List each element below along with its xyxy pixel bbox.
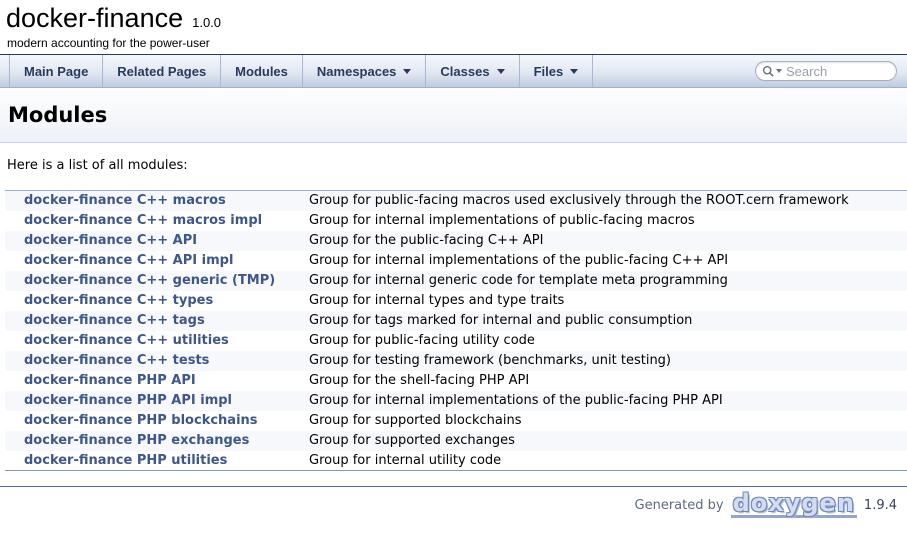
- tab-files[interactable]: Files: [520, 55, 594, 87]
- page-header: Modules: [0, 88, 907, 143]
- table-row: docker-finance C++ utilities Group for p…: [5, 331, 907, 351]
- modules-intro: Here is a list of all modules:: [0, 143, 907, 173]
- module-description: Group for testing framework (benchmarks,…: [302, 351, 907, 371]
- module-description: Group for internal utility code: [302, 451, 907, 471]
- module-link[interactable]: docker-finance C++ utilities: [24, 333, 229, 348]
- table-row: docker-finance PHP API Group for the she…: [5, 371, 907, 391]
- table-row: docker-finance PHP utilities Group for i…: [5, 451, 907, 471]
- main-nav: Main Page Related Pages Modules Namespac…: [0, 54, 907, 88]
- table-row: docker-finance C++ tags Group for tags m…: [5, 311, 907, 331]
- table-row: docker-finance C++ types Group for inter…: [5, 291, 907, 311]
- table-row: docker-finance C++ API impl Group for in…: [5, 251, 907, 271]
- module-link[interactable]: docker-finance PHP utilities: [24, 453, 227, 468]
- tab-label: Main Page: [24, 64, 88, 79]
- table-row: docker-finance C++ API Group for the pub…: [5, 231, 907, 251]
- search-input[interactable]: [786, 64, 886, 79]
- table-row: docker-finance PHP exchanges Group for s…: [5, 431, 907, 451]
- modules-table: docker-finance C++ macros Group for publ…: [5, 190, 907, 471]
- nav-tablist: Main Page Related Pages Modules Namespac…: [0, 55, 593, 87]
- search-area: [755, 55, 907, 87]
- tab-label: Related Pages: [117, 64, 206, 79]
- tab-label: Files: [534, 64, 564, 79]
- module-link[interactable]: docker-finance C++ types: [24, 293, 213, 308]
- module-description: Group for the public-facing C++ API: [302, 231, 907, 251]
- module-description: Group for internal implementations of pu…: [302, 211, 907, 231]
- module-description: Group for internal types and type traits: [302, 291, 907, 311]
- doxygen-logo[interactable]: doxygen: [731, 493, 857, 518]
- search-box[interactable]: [755, 61, 897, 81]
- module-description: Group for internal implementations of th…: [302, 391, 907, 411]
- module-link[interactable]: docker-finance C++ API impl: [24, 253, 233, 268]
- page-title: Modules: [0, 103, 107, 127]
- table-row: docker-finance C++ generic (TMP) Group f…: [5, 271, 907, 291]
- title-area: docker-finance 1.0.0 modern accounting f…: [0, 0, 907, 54]
- table-row: docker-finance C++ macros impl Group for…: [5, 211, 907, 231]
- module-link[interactable]: docker-finance PHP exchanges: [24, 433, 249, 448]
- tab-label: Classes: [440, 64, 489, 79]
- module-description: Group for internal implementations of th…: [302, 251, 907, 271]
- module-description: Group for internal generic code for temp…: [302, 271, 907, 291]
- tab-related-pages[interactable]: Related Pages: [103, 55, 221, 87]
- table-row: docker-finance C++ macros Group for publ…: [5, 191, 907, 211]
- footer: Generated by doxygen 1.9.4: [0, 487, 907, 518]
- project-version: 1.0.0: [192, 15, 221, 30]
- tab-namespaces[interactable]: Namespaces: [303, 55, 427, 87]
- module-link[interactable]: docker-finance C++ macros: [24, 193, 226, 208]
- tab-label: Namespaces: [317, 64, 397, 79]
- module-link[interactable]: docker-finance PHP blockchains: [24, 413, 258, 428]
- generated-by-label: Generated by: [635, 498, 724, 513]
- module-link[interactable]: docker-finance C++ API: [24, 233, 197, 248]
- contents: Here is a list of all modules: docker-fi…: [0, 143, 907, 471]
- table-row: docker-finance PHP blockchains Group for…: [5, 411, 907, 431]
- module-description: Group for tags marked for internal and p…: [302, 311, 907, 331]
- module-link[interactable]: docker-finance C++ tests: [24, 353, 209, 368]
- table-row: docker-finance C++ tests Group for testi…: [5, 351, 907, 371]
- module-link[interactable]: docker-finance C++ tags: [24, 313, 205, 328]
- project-brief: modern accounting for the power-user: [6, 34, 907, 54]
- chevron-down-icon: [403, 69, 411, 74]
- module-description: Group for supported exchanges: [302, 431, 907, 451]
- search-filter-chevron-icon: [776, 69, 782, 73]
- tab-classes[interactable]: Classes: [426, 55, 519, 87]
- module-link[interactable]: docker-finance PHP API impl: [24, 393, 232, 408]
- tab-label: Modules: [235, 64, 288, 79]
- module-description: Group for supported blockchains: [302, 411, 907, 431]
- module-description: Group for the shell-facing PHP API: [302, 371, 907, 391]
- project-name: docker-finance: [6, 3, 183, 34]
- module-description: Group for public-facing utility code: [302, 331, 907, 351]
- chevron-down-icon: [570, 69, 578, 74]
- module-description: Group for public-facing macros used excl…: [302, 191, 907, 211]
- tab-main-page[interactable]: Main Page: [9, 55, 103, 87]
- module-link[interactable]: docker-finance PHP API: [24, 373, 196, 388]
- table-row: docker-finance PHP API impl Group for in…: [5, 391, 907, 411]
- generator-version: 1.9.4: [864, 498, 897, 513]
- chevron-down-icon: [497, 69, 505, 74]
- search-icon[interactable]: [762, 65, 782, 78]
- module-link[interactable]: docker-finance C++ macros impl: [24, 213, 262, 228]
- project-row: docker-finance 1.0.0: [6, 3, 907, 34]
- tab-modules[interactable]: Modules: [221, 55, 303, 87]
- module-link[interactable]: docker-finance C++ generic (TMP): [24, 273, 275, 288]
